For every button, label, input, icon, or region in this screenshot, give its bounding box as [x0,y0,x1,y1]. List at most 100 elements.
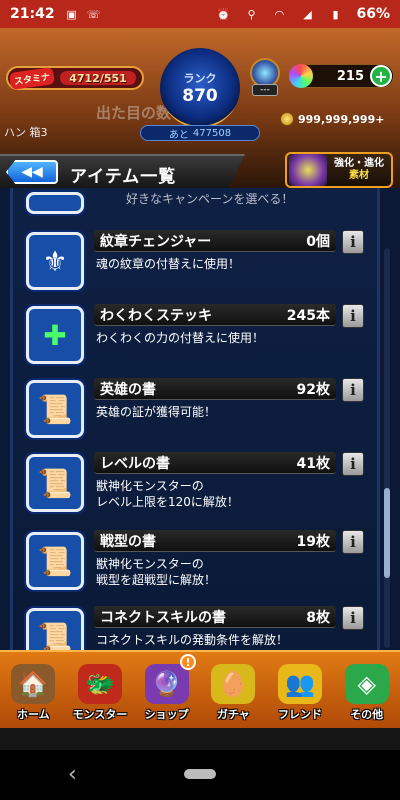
stamina-gauge[interactable]: スタミナ 4712/551 [6,66,144,90]
coin-icon [280,112,294,126]
rainbow-orb-icon [289,64,313,88]
coin-count: 999,999,999+ [298,112,385,126]
android-home-icon[interactable] [184,769,216,779]
item-name: わくわくステッキ [100,307,212,324]
gem-sub-label: --- [252,84,278,96]
status-time: 21:42 [10,6,55,22]
nav-label: ガチャ [216,708,250,721]
item-name: コネクトスキルの書 [100,609,226,626]
page-title: アイテム一覧 [70,167,177,187]
orb-counter: 215 + [289,64,394,88]
image-icon: ▣ [66,7,77,21]
nav-friend[interactable]: 👥 フレンド [267,652,334,728]
list-item[interactable]: 📜 コネクトスキルの書 8枚 i コネクトスキルの発動条件を解放！ [26,604,366,650]
info-button[interactable]: i [342,230,364,254]
rank-label: ランク [183,72,217,85]
nav-label: フレンド [278,708,323,721]
monster-icon: 🐲 [78,664,122,704]
exp-remaining: 477508 [192,127,232,139]
connect-skill-book-icon: 📜 [26,608,84,650]
partial-item-icon [26,192,84,214]
header-background-text: 出た目の数 [96,104,172,122]
nav-label: モンスター [72,708,128,721]
alarm-icon: ⏰ [216,7,231,21]
exp-prefix: あと [168,129,189,141]
item-description: 獣神化モンスターの レベル上限を120に解放！ [96,479,239,509]
item-name: 戦型の書 [100,533,156,550]
phone-wifi-icon: ☏ [86,7,101,21]
item-count: 8枚 [306,609,330,626]
android-nav-bar: ‹ [0,750,400,800]
signal-icon: ◢ [303,7,312,21]
evo-badge-line2: 素材 [349,170,369,181]
emblem-changer-icon: ⚜ [26,232,84,290]
nav-label: その他 [350,708,384,721]
item-count: 19枚 [296,533,330,550]
item-description: 獣神化モンスターの 戦型を超戦型に解放！ [96,557,217,587]
battery-percent: 66% [356,6,390,22]
info-button[interactable]: i [342,304,364,328]
evo-badge-line1: 強化・進化 [334,158,384,169]
add-orb-button[interactable]: + [370,65,392,87]
item-description: 魂の紋章の付替えに使用！ [96,257,241,271]
back-button[interactable]: ◀◀ [6,160,58,184]
battery-icon: ▮ [332,7,339,21]
wifi-icon: ◠ [274,7,285,21]
shop-orb-icon: 🔮 [144,664,189,704]
item-description: わくわくの力の付替えに使用！ [96,331,265,345]
other-menu-icon: ◈ [344,664,389,704]
evolution-material-button[interactable]: 強化・進化 素材 [285,152,393,188]
nav-other[interactable]: ◈ その他 [333,652,400,728]
friend-icon: 👥 [278,664,323,704]
list-item[interactable]: ⚜ 紋章チェンジャー 0個 i 魂の紋章の付替えに使用！ [26,228,366,298]
item-name: レベルの書 [100,455,170,472]
list-item-partial[interactable]: 好きなキャンペーンを選べる！ [26,192,366,232]
nav-label: ショップ [144,708,189,721]
stamina-value: 4712/551 [60,71,136,85]
nav-gacha[interactable]: 🥚 ガチャ [200,652,267,728]
battle-type-book-icon: 📜 [26,532,84,590]
level-book-icon: 📜 [26,454,84,512]
android-back-icon[interactable]: ‹ [68,762,77,787]
info-button[interactable]: i [342,530,364,554]
info-button[interactable]: i [342,606,364,630]
nav-monster[interactable]: 🐲 モンスター [67,652,134,728]
list-item[interactable]: 📜 英雄の書 92枚 i 英雄の証が獲得可能！ [26,376,366,446]
rank-badge[interactable]: ランク 870 [160,48,240,128]
evolution-material-icon [289,154,327,186]
nav-shop[interactable]: 🔮 ショップ ! [133,652,200,728]
exp-bar: あと 477508 [140,125,260,141]
deck-label: ハン 箱3 [4,126,48,139]
partial-item-desc: 好きなキャンペーンを選べる！ [126,192,294,206]
bottom-nav: 🏠 ホーム 🐲 モンスター 🔮 ショップ ! 🥚 ガチャ 👥 フレンド ◈ その… [0,650,400,728]
nav-home[interactable]: 🏠 ホーム [0,652,67,728]
list-item[interactable]: ✚ わくわくステッキ 245本 i わくわくの力の付替えに使用！ [26,302,366,372]
hero-book-icon: 📜 [26,380,84,438]
item-count: 245本 [286,307,330,324]
item-count: 0個 [306,233,330,250]
item-list[interactable]: 好きなキャンペーンを選べる！ ⚜ 紋章チェンジャー 0個 i 魂の紋章の付替えに… [0,188,400,650]
stamina-label: スタミナ [9,66,55,90]
home-icon: 🏠 [11,664,56,704]
item-description: コネクトスキルの発動条件を解放！ [96,633,289,647]
item-name: 紋章チェンジャー [100,233,212,250]
item-count: 92枚 [296,381,330,398]
item-name: 英雄の書 [100,381,156,398]
item-description: 英雄の証が獲得可能！ [96,405,217,419]
scrollbar-thumb[interactable] [384,488,390,578]
location-icon: ⚲ [247,7,256,21]
orb-count: 215 [336,68,364,84]
nav-gap [0,728,400,750]
coin-counter: 999,999,999+ [280,112,384,126]
info-button[interactable]: i [342,378,364,402]
shop-notification-badge: ! [180,654,197,670]
list-item[interactable]: 📜 戦型の書 19枚 i 獣神化モンスターの 戦型を超戦型に解放！ [26,528,366,598]
info-button[interactable]: i [342,452,364,476]
status-bar: 21:42 ▣ ☏ ⏰ ⚲ ◠ ◢ ▮ 66% [0,0,400,28]
list-item[interactable]: 📜 レベルの書 41枚 i 獣神化モンスターの レベル上限を120に解放！ [26,450,366,520]
nav-label: ホーム [17,708,50,721]
rank-value: 870 [182,86,218,106]
gacha-egg-icon: 🥚 [211,664,256,704]
scrollbar-track[interactable] [384,248,390,648]
wakuwaku-stick-icon: ✚ [26,306,84,364]
